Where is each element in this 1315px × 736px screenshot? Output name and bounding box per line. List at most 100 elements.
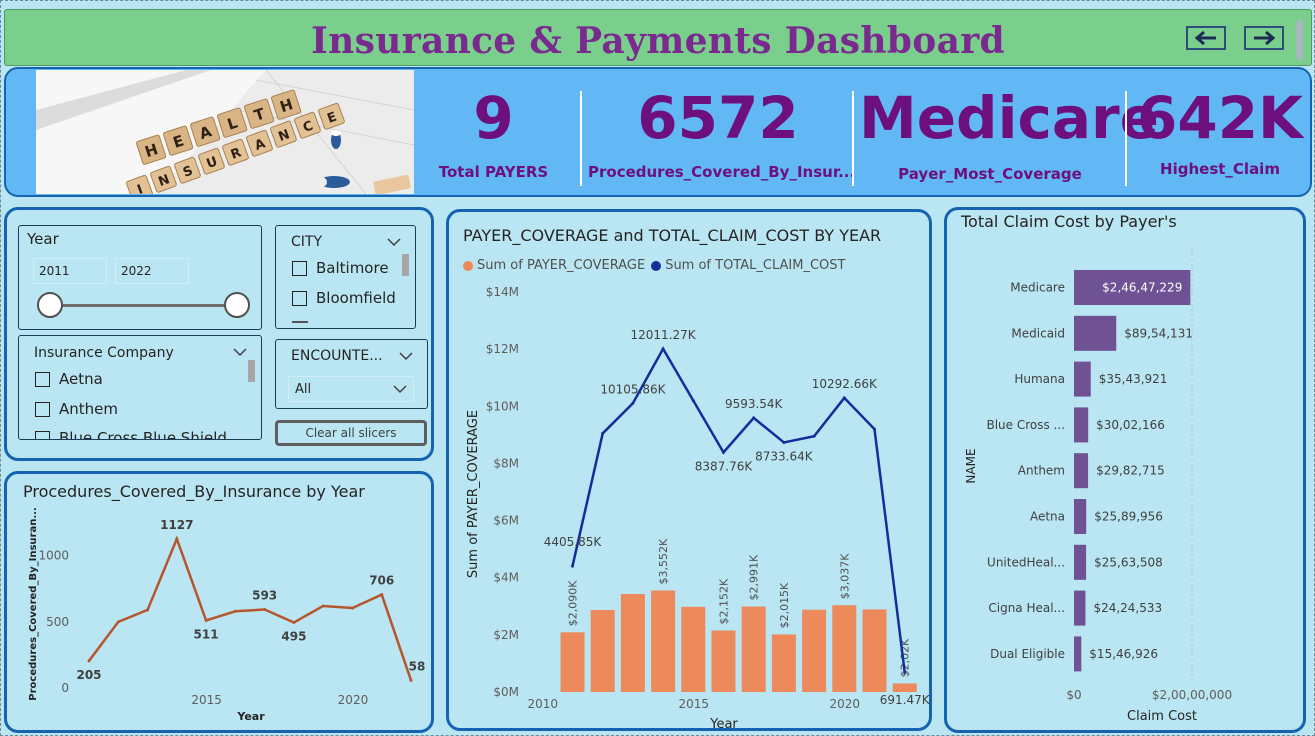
checkbox[interactable] xyxy=(35,430,50,439)
coverage-bar[interactable] xyxy=(862,609,887,692)
coverage-bar[interactable] xyxy=(620,594,645,692)
coverage-bar[interactable] xyxy=(802,609,827,692)
x-tick-label: 2015 xyxy=(679,697,710,711)
line-point[interactable] xyxy=(661,347,665,351)
line-point[interactable] xyxy=(691,399,695,403)
line-point[interactable] xyxy=(812,434,816,438)
insurance-scrollbar[interactable] xyxy=(248,360,255,382)
category-label: Anthem xyxy=(1018,464,1065,478)
data-label: 593 xyxy=(252,589,277,603)
claim-cost-bar[interactable] xyxy=(1074,453,1089,489)
claim-cost-bar[interactable] xyxy=(1074,361,1091,397)
line-point[interactable] xyxy=(631,401,635,405)
coverage-bar[interactable] xyxy=(892,683,917,692)
data-point[interactable] xyxy=(204,618,208,622)
checkbox[interactable] xyxy=(35,401,50,417)
bar-data-label: $2,090K xyxy=(567,580,580,626)
x-tick-label: $2,00,00,000 xyxy=(1152,688,1232,702)
bar-value-label: $30,02,166 xyxy=(1096,418,1165,432)
data-point[interactable] xyxy=(350,606,354,610)
legend-dot xyxy=(463,260,473,271)
y-axis-label: Sum of PAYER_COVERAGE xyxy=(466,410,481,578)
category-label: Cigna Heal... xyxy=(988,601,1065,615)
coverage-bar[interactable] xyxy=(560,632,585,692)
x-axis-label: Claim Cost xyxy=(1127,709,1197,724)
y-axis-label: Procedures_Covered_By_Insuran... xyxy=(28,507,39,700)
chart-title: PAYER_COVERAGE and TOTAL_CLAIM_COST BY Y… xyxy=(463,226,882,245)
x-tick-label: 2020 xyxy=(830,697,861,711)
claim-cost-bar[interactable] xyxy=(1074,636,1082,672)
line-data-label: 4405.85K xyxy=(544,535,603,549)
line-point[interactable] xyxy=(873,427,876,431)
claim-cost-bar[interactable] xyxy=(1074,590,1086,626)
coverage-bar[interactable] xyxy=(681,606,706,692)
year-range-start-handle[interactable] xyxy=(37,292,63,318)
encounter-dropdown[interactable]: All xyxy=(288,376,414,402)
city-option[interactable]: Baltimore xyxy=(292,259,389,277)
x-tick-label: 2020 xyxy=(338,693,369,707)
data-point[interactable] xyxy=(146,608,150,612)
city-slicer: CITY Baltimore Bloomfield xyxy=(275,225,416,329)
chevron-down-icon[interactable] xyxy=(399,352,413,361)
kpi-divider xyxy=(852,91,854,186)
category-label: Humana xyxy=(1014,372,1065,386)
data-point[interactable] xyxy=(409,678,413,682)
data-point[interactable] xyxy=(380,593,384,597)
insurance-option[interactable]: Anthem xyxy=(35,400,118,418)
city-slicer-title: CITY xyxy=(291,234,323,250)
chevron-down-icon[interactable] xyxy=(387,238,401,247)
claim-cost-bar[interactable] xyxy=(1074,499,1087,534)
clear-all-slicers-button[interactable]: Clear all slicers xyxy=(275,420,427,446)
line-point[interactable] xyxy=(601,431,605,435)
coverage-bar[interactable] xyxy=(771,634,796,692)
line-point[interactable] xyxy=(752,416,756,420)
y-tick-label: 0 xyxy=(61,681,69,695)
data-point[interactable] xyxy=(87,659,91,663)
year-from-input[interactable]: 2011 xyxy=(33,258,107,284)
kpi-value: Medicare xyxy=(859,84,1159,152)
data-point[interactable] xyxy=(263,608,267,612)
line-point[interactable] xyxy=(903,670,907,674)
line-point[interactable] xyxy=(722,450,725,454)
kpi-payer-most-coverage: Medicare Payer_Most_Coverage xyxy=(859,69,1159,195)
kpi-highest-claim: 642K Highest_Claim xyxy=(1134,69,1306,195)
year-range-end-handle[interactable] xyxy=(224,292,250,318)
data-label: 706 xyxy=(369,574,394,588)
checkbox[interactable] xyxy=(35,371,50,387)
coverage-bar[interactable] xyxy=(590,610,615,692)
encounter-slicer: ENCOUNTE... All xyxy=(275,339,428,409)
category-label: Dual Eligible xyxy=(990,647,1065,661)
insurance-option[interactable]: Aetna xyxy=(35,370,103,388)
header-scrollbar[interactable] xyxy=(1296,20,1303,60)
checkbox[interactable] xyxy=(292,260,307,276)
city-option[interactable]: Bloomfield xyxy=(292,289,396,307)
city-scrollbar[interactable] xyxy=(402,254,409,276)
coverage-bar[interactable] xyxy=(651,590,676,692)
line-data-label: 9593.54K xyxy=(725,397,784,411)
insurance-option[interactable]: Blue Cross Blue Shield xyxy=(35,429,227,439)
checkbox[interactable] xyxy=(292,290,307,306)
year-to-input[interactable]: 2022 xyxy=(115,258,189,284)
line-point[interactable] xyxy=(571,564,574,568)
bar-data-label: $2,152K xyxy=(718,578,731,624)
data-point[interactable] xyxy=(116,620,120,624)
coverage-bar[interactable] xyxy=(832,605,857,692)
line-point[interactable] xyxy=(782,440,786,444)
line-data-label: 8387.76K xyxy=(695,459,754,473)
coverage-bar[interactable] xyxy=(741,606,766,692)
claim-cost-bar[interactable] xyxy=(1074,315,1117,351)
claim-cost-bar[interactable] xyxy=(1074,407,1089,443)
kpi-procedures-covered: 6572 Procedures_Covered_By_Insur... xyxy=(588,69,855,195)
data-point[interactable] xyxy=(321,604,325,608)
data-point[interactable] xyxy=(175,537,179,541)
chevron-down-icon[interactable] xyxy=(233,348,247,357)
claim-cost-bar[interactable] xyxy=(1074,544,1087,580)
bar-value-label: $25,63,508 xyxy=(1094,555,1163,569)
coverage-bar[interactable] xyxy=(711,630,736,692)
forward-button[interactable] xyxy=(1244,26,1284,50)
claim-cost-by-payer-panel: Total Claim Cost by Payer's Medicare $2,4… xyxy=(944,207,1306,733)
data-point[interactable] xyxy=(233,609,237,613)
back-button[interactable] xyxy=(1186,26,1226,50)
line-point[interactable] xyxy=(842,396,846,400)
data-point[interactable] xyxy=(292,621,296,625)
